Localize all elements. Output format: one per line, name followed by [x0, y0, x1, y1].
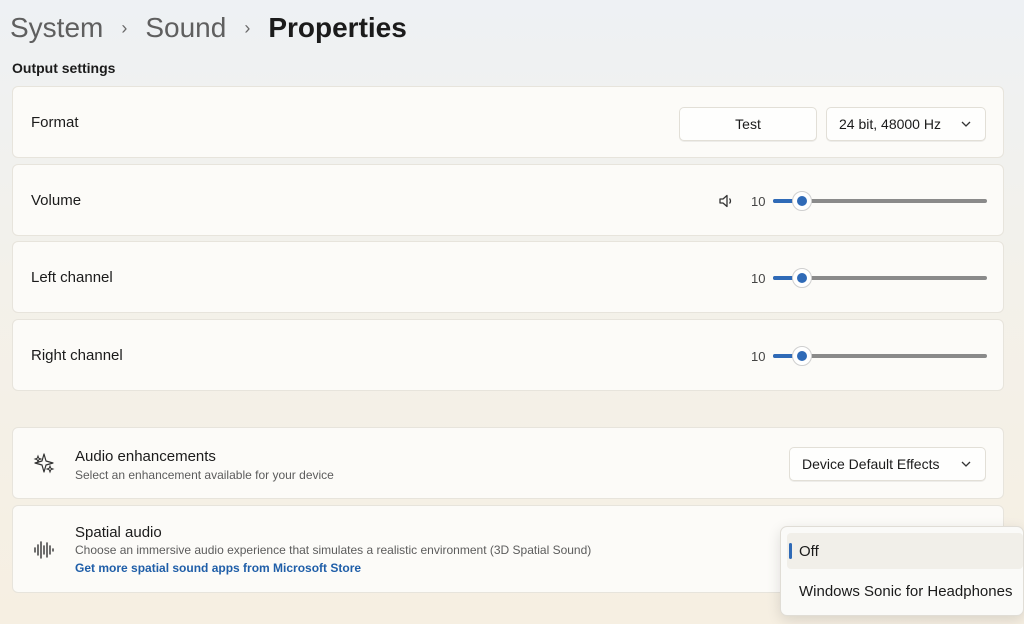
volume-label: Volume — [31, 191, 82, 209]
section-title-output-settings: Output settings — [12, 60, 116, 76]
test-button[interactable]: Test — [679, 107, 817, 141]
breadcrumb-sound[interactable]: Sound — [145, 12, 226, 44]
right-channel-slider[interactable] — [773, 346, 987, 366]
right-channel-value: 10 — [751, 349, 766, 364]
left-channel-value: 10 — [751, 271, 766, 286]
audio-enhancements-dropdown-value: Device Default Effects — [802, 456, 940, 472]
breadcrumb-properties: Properties — [268, 12, 407, 43]
spatial-audio-dropdown-menu: Off Windows Sonic for Headphones — [780, 526, 1024, 616]
spatial-audio-store-link[interactable]: Get more spatial sound apps from Microso… — [75, 561, 361, 575]
left-channel-slider-thumb[interactable] — [792, 268, 813, 288]
enhancements-sparkle-icon — [33, 453, 55, 474]
volume-slider-thumb[interactable] — [792, 191, 813, 211]
right-channel-slider-thumb[interactable] — [792, 346, 813, 366]
chevron-down-icon — [961, 121, 971, 127]
right-channel-card: Right channel 10 — [12, 319, 1004, 391]
left-channel-card: Left channel 10 — [12, 241, 1004, 313]
format-label: Format — [31, 113, 79, 131]
audio-enhancements-description: Select an enhancement available for your… — [75, 468, 334, 482]
audio-enhancements-title: Audio enhancements — [75, 448, 216, 465]
breadcrumb: System › Sound › Properties — [10, 8, 407, 48]
chevron-right-icon: › — [244, 17, 251, 38]
spatial-audio-option-off[interactable]: Off — [787, 533, 1023, 569]
spatial-audio-title: Spatial audio — [75, 524, 162, 541]
chevron-down-icon — [961, 461, 971, 467]
left-channel-label: Left channel — [31, 268, 113, 286]
volume-value: 10 — [751, 194, 766, 209]
spatial-audio-description: Choose an immersive audio experience tha… — [75, 543, 592, 557]
spatial-audio-option-off-label: Off — [799, 542, 819, 560]
audio-enhancements-card: Audio enhancements Select an enhancement… — [12, 427, 1004, 499]
format-card: Format Test 24 bit, 48000 Hz — [12, 86, 1004, 158]
volume-slider[interactable] — [773, 191, 987, 211]
selected-indicator — [789, 543, 792, 559]
speaker-icon[interactable] — [717, 192, 735, 210]
audio-enhancements-dropdown[interactable]: Device Default Effects — [789, 447, 986, 481]
right-channel-label: Right channel — [31, 346, 123, 364]
breadcrumb-system[interactable]: System — [10, 12, 103, 44]
spatial-audio-option-windows-sonic[interactable]: Windows Sonic for Headphones — [787, 573, 1023, 609]
format-dropdown[interactable]: 24 bit, 48000 Hz — [826, 107, 986, 141]
chevron-right-icon: › — [121, 17, 128, 38]
left-channel-slider[interactable] — [773, 268, 987, 288]
format-dropdown-value: 24 bit, 48000 Hz — [839, 116, 941, 132]
spatial-audio-option-windows-sonic-label: Windows Sonic for Headphones — [799, 582, 1013, 600]
volume-card: Volume 10 — [12, 164, 1004, 236]
soundwave-icon — [34, 541, 54, 559]
